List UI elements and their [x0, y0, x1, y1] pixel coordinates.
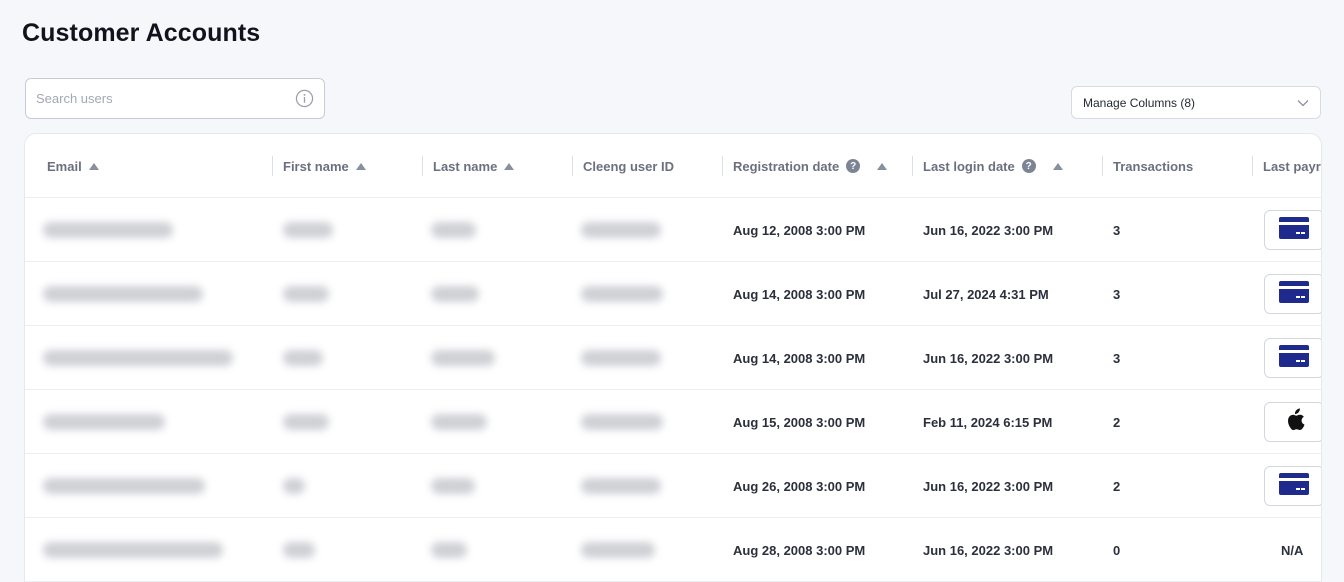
table-row[interactable]: Aug 28, 2008 3:00 PM Jun 16, 2022 3:00 P… — [25, 518, 1321, 582]
column-header-email[interactable]: Email — [47, 134, 99, 198]
card-icon — [1279, 280, 1309, 308]
user-id-cell-redacted — [581, 454, 661, 518]
user-id-cell-redacted — [581, 518, 655, 582]
last-name-cell-redacted — [431, 262, 479, 326]
manage-columns-label: Manage Columns (8) — [1083, 95, 1196, 110]
column-header-label: Registration date — [733, 158, 840, 174]
last-name-cell-redacted — [431, 390, 487, 454]
column-header-label: Email — [47, 158, 82, 174]
column-header-label: Last name — [433, 158, 498, 174]
payment-method-button[interactable] — [1264, 210, 1321, 250]
customer-table: Email First name Last name Cleeng user I… — [24, 133, 1322, 582]
email-cell-redacted — [43, 390, 165, 454]
table-row[interactable]: Aug 14, 2008 3:00 PM Jun 16, 2022 3:00 P… — [25, 326, 1321, 390]
column-header-label: Cleeng user ID — [583, 158, 675, 174]
last-login-date-cell: Jul 27, 2024 4:31 PM — [923, 286, 1049, 302]
chevron-down-icon — [1297, 96, 1309, 110]
sort-asc-icon[interactable] — [877, 162, 888, 170]
transactions-cell: 3 — [1113, 350, 1121, 366]
first-name-cell-redacted — [283, 518, 315, 582]
registration-date-cell: Aug 28, 2008 3:00 PM — [733, 542, 866, 558]
sort-asc-icon[interactable] — [355, 162, 366, 170]
column-divider[interactable] — [572, 156, 573, 176]
last-name-cell-redacted — [431, 198, 476, 262]
column-divider[interactable] — [272, 156, 273, 176]
first-name-cell-redacted — [283, 326, 323, 390]
table-row[interactable]: Aug 14, 2008 3:00 PM Jul 27, 2024 4:31 P… — [25, 262, 1321, 326]
customer-accounts-page: Customer Accounts Manage Columns (8) Ema… — [0, 0, 1344, 582]
transactions-cell: 3 — [1113, 222, 1121, 238]
first-name-cell-redacted — [283, 198, 333, 262]
user-id-cell-redacted — [581, 198, 661, 262]
last-login-date-cell: Jun 16, 2022 3:00 PM — [923, 478, 1054, 494]
transactions-cell: 2 — [1113, 478, 1121, 494]
registration-date-cell: Aug 14, 2008 3:00 PM — [733, 286, 866, 302]
card-icon — [1279, 216, 1309, 244]
user-id-cell-redacted — [581, 262, 663, 326]
column-divider[interactable] — [1102, 156, 1103, 176]
table-row[interactable]: Aug 26, 2008 3:00 PM Jun 16, 2022 3:00 P… — [25, 454, 1321, 518]
email-cell-redacted — [43, 326, 233, 390]
help-icon[interactable]: ? — [846, 159, 861, 173]
payment-method-button[interactable] — [1264, 338, 1321, 378]
payment-na-text: N/A — [1281, 542, 1304, 558]
column-header-first-name[interactable]: First name — [283, 134, 366, 198]
first-name-cell-redacted — [283, 390, 329, 454]
sort-asc-icon[interactable] — [88, 162, 99, 170]
email-cell-redacted — [43, 518, 223, 582]
last-name-cell-redacted — [431, 518, 467, 582]
apple-icon — [1285, 407, 1305, 437]
last-login-date-cell: Jun 16, 2022 3:00 PM — [923, 542, 1054, 558]
sort-asc-icon[interactable] — [1052, 162, 1063, 170]
first-name-cell-redacted — [283, 454, 305, 518]
user-id-cell-redacted — [581, 390, 663, 454]
last-login-date-cell: Feb 11, 2024 6:15 PM — [923, 414, 1053, 430]
registration-date-cell: Aug 12, 2008 3:00 PM — [733, 222, 866, 238]
payment-method-button[interactable] — [1264, 274, 1321, 314]
email-cell-redacted — [43, 454, 205, 518]
column-divider[interactable] — [422, 156, 423, 176]
column-header-label: First name — [283, 158, 349, 174]
column-header-last-payment: Last payr — [1263, 134, 1321, 198]
transactions-cell: 3 — [1113, 286, 1121, 302]
transactions-cell: 2 — [1113, 414, 1121, 430]
last-login-date-cell: Jun 16, 2022 3:00 PM — [923, 350, 1054, 366]
last-name-cell-redacted — [431, 326, 495, 390]
email-cell-redacted — [43, 198, 173, 262]
email-cell-redacted — [43, 262, 203, 326]
info-icon[interactable] — [294, 89, 314, 109]
last-login-date-cell: Jun 16, 2022 3:00 PM — [923, 222, 1054, 238]
payment-method-button[interactable] — [1264, 466, 1321, 506]
user-id-cell-redacted — [581, 326, 661, 390]
column-header-label: Last payr — [1263, 158, 1321, 174]
table-row[interactable]: Aug 12, 2008 3:00 PM Jun 16, 2022 3:00 P… — [25, 198, 1321, 262]
registration-date-cell: Aug 26, 2008 3:00 PM — [733, 478, 866, 494]
table-header-row: Email First name Last name Cleeng user I… — [25, 134, 1321, 198]
column-header-last-name[interactable]: Last name — [433, 134, 515, 198]
help-icon[interactable]: ? — [1021, 159, 1036, 173]
search-input[interactable] — [36, 91, 294, 106]
column-divider[interactable] — [912, 156, 913, 176]
first-name-cell-redacted — [283, 262, 329, 326]
column-header-label: Transactions — [1113, 158, 1194, 174]
manage-columns-dropdown[interactable]: Manage Columns (8) — [1071, 86, 1321, 119]
card-icon — [1279, 344, 1309, 372]
column-header-transactions: Transactions — [1113, 134, 1193, 198]
search-box[interactable] — [25, 78, 325, 119]
registration-date-cell: Aug 14, 2008 3:00 PM — [733, 350, 866, 366]
transactions-cell: 0 — [1113, 542, 1121, 558]
registration-date-cell: Aug 15, 2008 3:00 PM — [733, 414, 866, 430]
column-header-last-login-date[interactable]: Last login date ? — [923, 134, 1063, 198]
page-title: Customer Accounts — [22, 19, 261, 47]
column-header-registration-date[interactable]: Registration date ? — [733, 134, 888, 198]
payment-method-button[interactable] — [1264, 402, 1321, 442]
last-name-cell-redacted — [431, 454, 475, 518]
column-header-label: Last login date — [923, 158, 1015, 174]
table-row[interactable]: Aug 15, 2008 3:00 PM Feb 11, 2024 6:15 P… — [25, 390, 1321, 454]
column-divider[interactable] — [1252, 156, 1253, 176]
sort-asc-icon[interactable] — [504, 162, 515, 170]
column-header-user-id: Cleeng user ID — [583, 134, 674, 198]
card-icon — [1279, 472, 1309, 500]
column-divider[interactable] — [722, 156, 723, 176]
